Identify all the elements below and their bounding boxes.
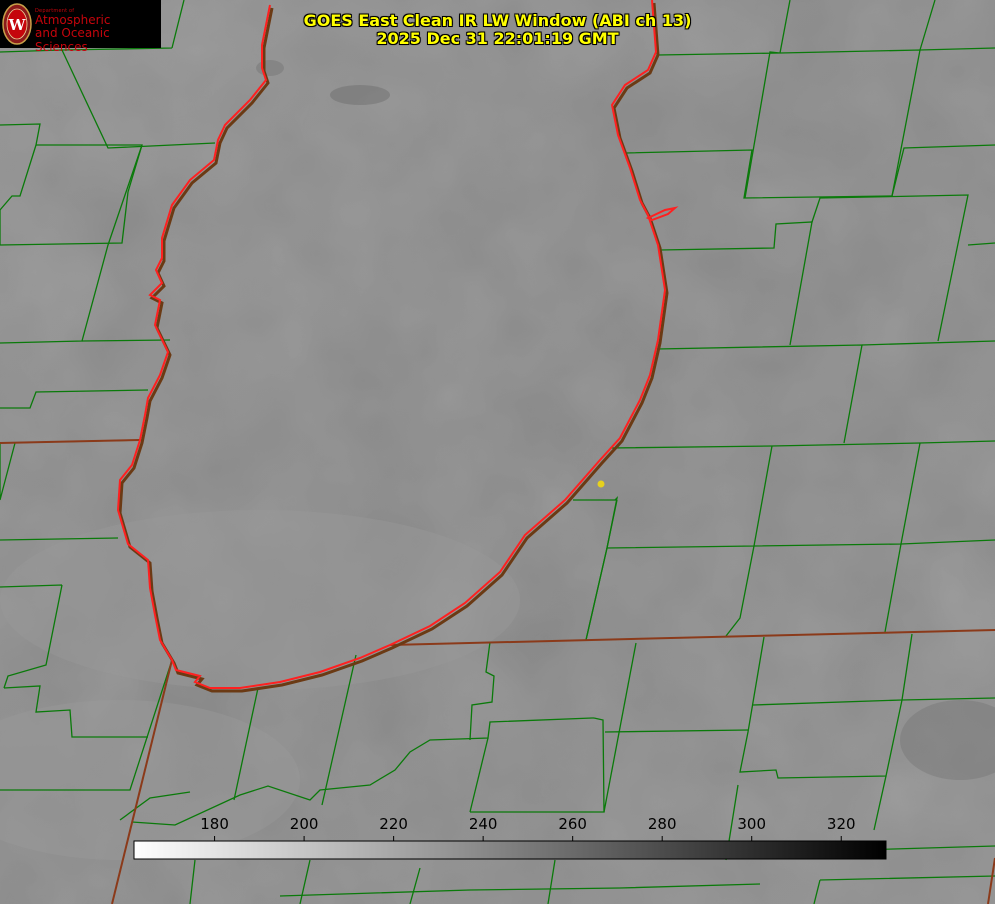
image-timestamp: 2025 Dec 31 22:01:19 GMT: [376, 29, 619, 48]
satellite-map: [0, 0, 995, 904]
colorbar-tick-label: 260: [558, 815, 587, 833]
colorbar-tick-label: 200: [289, 815, 319, 833]
darker-cloud-patch: [330, 85, 390, 105]
lighter-cloud-band: [0, 510, 520, 690]
colorbar-tick-label: 280: [647, 815, 677, 833]
colorbar-tick-label: 220: [379, 815, 408, 833]
image-title: GOES East Clean IR LW Window (ABI ch 13): [303, 11, 692, 30]
location-marker: [597, 480, 605, 488]
colorbar-tick-label: 300: [737, 815, 767, 833]
satellite-image-viewer: W Department of Atmospheric and Oceanic …: [0, 0, 995, 904]
colorbar-tick-label: 320: [826, 815, 856, 833]
darker-cloud-patch: [256, 60, 284, 76]
colorbar-tick-label: 180: [200, 815, 229, 833]
colorbar-tick-label: 240: [468, 815, 498, 833]
colorbar-gradient: [133, 840, 887, 860]
